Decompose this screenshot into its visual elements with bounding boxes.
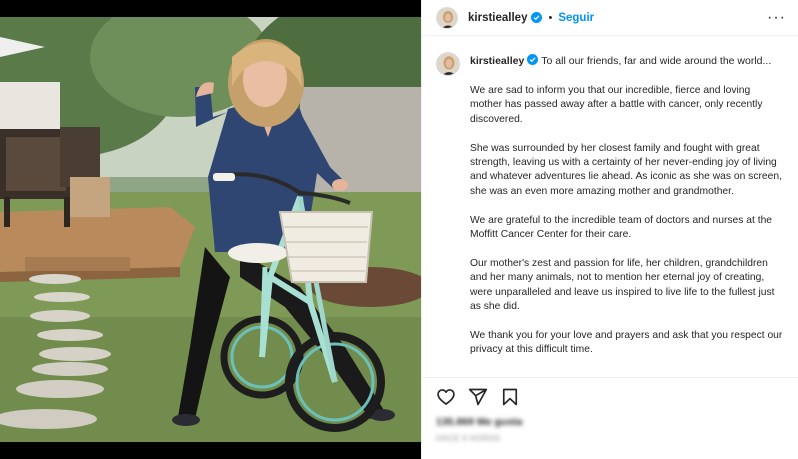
avatar[interactable]	[436, 6, 458, 29]
heart-icon[interactable]	[436, 387, 456, 407]
caption-paragraph: We are grateful to the incredible team o…	[470, 214, 773, 241]
username[interactable]: kirstiealley	[468, 12, 527, 24]
caption-paragraph: We thank you for your love and prayers a…	[470, 329, 783, 356]
caption-lead-line: kirstiealley To all our friends, far and …	[470, 52, 771, 68]
caption-lead: To all our friends, far and wide around …	[541, 55, 772, 67]
caption-paragraph: She was surrounded by her closest family…	[470, 142, 782, 197]
caption-username[interactable]: kirstiealley	[470, 55, 524, 67]
action-icons	[436, 378, 785, 416]
separator-dot: •	[548, 11, 553, 24]
more-options-icon[interactable]: ···	[767, 9, 786, 26]
instagram-post: kirstiealley • Seguir ··· kirstiealley To…	[0, 0, 798, 459]
caption-body: We are sad to inform you that our incred…	[470, 84, 785, 358]
paper-plane-icon[interactable]	[468, 387, 488, 407]
caption-paragraph: We are sad to inform you that our incred…	[470, 85, 763, 125]
caption-area: kirstiealley To all our friends, far and …	[422, 36, 798, 377]
caption-avatar[interactable]	[436, 52, 460, 76]
caption-paragraph: Our mother's zest and passion for life, …	[470, 257, 775, 313]
follow-button[interactable]: Seguir	[558, 12, 594, 24]
bookmark-icon[interactable]	[500, 387, 520, 407]
caption-header: kirstiealley To all our friends, far and …	[436, 52, 785, 76]
verified-badge-icon	[527, 54, 539, 65]
verified-badge-icon	[531, 12, 543, 23]
post-actions: 135.869 Me gusta HACE 6 HORAS	[422, 377, 798, 459]
post-date: HACE 6 HORAS	[436, 434, 501, 443]
post-media	[0, 0, 421, 459]
post-header: kirstiealley • Seguir ···	[422, 0, 798, 36]
post-side-panel: kirstiealley • Seguir ··· kirstiealley To…	[421, 0, 798, 459]
likes-count[interactable]: 135.869 Me gusta	[436, 416, 785, 428]
post-photo[interactable]	[0, 17, 421, 442]
